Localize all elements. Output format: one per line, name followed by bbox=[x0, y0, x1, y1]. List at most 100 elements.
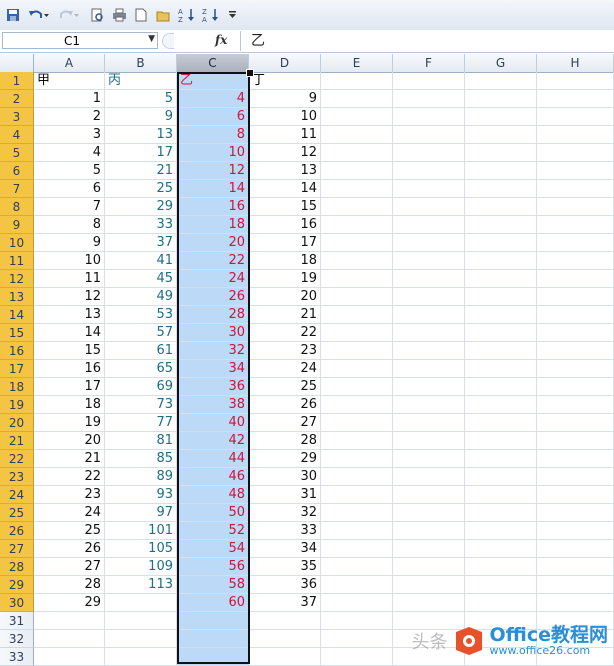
cell-f21[interactable] bbox=[393, 432, 465, 450]
cell-a28[interactable]: 27 bbox=[34, 558, 105, 576]
cell-e18[interactable] bbox=[321, 378, 393, 396]
cell-h2[interactable] bbox=[537, 90, 614, 108]
cell-h18[interactable] bbox=[537, 378, 614, 396]
cell-e7[interactable] bbox=[321, 180, 393, 198]
cell-c9[interactable]: 18 bbox=[177, 216, 249, 234]
cell-d10[interactable]: 17 bbox=[249, 234, 321, 252]
cell-d14[interactable]: 21 bbox=[249, 306, 321, 324]
cell-a29[interactable]: 28 bbox=[34, 576, 105, 594]
cell-f7[interactable] bbox=[393, 180, 465, 198]
row-header-27[interactable]: 27 bbox=[0, 540, 34, 558]
row-header-26[interactable]: 26 bbox=[0, 522, 34, 540]
cell-a4[interactable]: 3 bbox=[34, 126, 105, 144]
cell-d31[interactable] bbox=[249, 612, 321, 630]
cell-h13[interactable] bbox=[537, 288, 614, 306]
cell-b22[interactable]: 85 bbox=[105, 450, 177, 468]
row-header-24[interactable]: 24 bbox=[0, 486, 34, 504]
cell-g26[interactable] bbox=[465, 522, 537, 540]
cell-h22[interactable] bbox=[537, 450, 614, 468]
row-header-10[interactable]: 10 bbox=[0, 234, 34, 252]
cell-h14[interactable] bbox=[537, 306, 614, 324]
row-header-3[interactable]: 3 bbox=[0, 108, 34, 126]
cell-d26[interactable]: 33 bbox=[249, 522, 321, 540]
cell-a7[interactable]: 6 bbox=[34, 180, 105, 198]
cell-b5[interactable]: 17 bbox=[105, 144, 177, 162]
cell-b17[interactable]: 65 bbox=[105, 360, 177, 378]
cell-e31[interactable] bbox=[321, 612, 393, 630]
cell-e11[interactable] bbox=[321, 252, 393, 270]
cell-d19[interactable]: 26 bbox=[249, 396, 321, 414]
cell-e17[interactable] bbox=[321, 360, 393, 378]
cell-d33[interactable] bbox=[249, 648, 321, 666]
cell-h4[interactable] bbox=[537, 126, 614, 144]
cell-f26[interactable] bbox=[393, 522, 465, 540]
cell-b30[interactable] bbox=[105, 594, 177, 612]
cell-b31[interactable] bbox=[105, 612, 177, 630]
cell-h30[interactable] bbox=[537, 594, 614, 612]
cell-h11[interactable] bbox=[537, 252, 614, 270]
cell-h9[interactable] bbox=[537, 216, 614, 234]
sort-ascending-icon[interactable]: AZ bbox=[176, 6, 198, 24]
cell-e32[interactable] bbox=[321, 630, 393, 648]
column-header-g[interactable]: G bbox=[465, 54, 537, 72]
row-header-20[interactable]: 20 bbox=[0, 414, 34, 432]
print-preview-icon[interactable] bbox=[88, 6, 106, 24]
cell-b11[interactable]: 41 bbox=[105, 252, 177, 270]
row-header-6[interactable]: 6 bbox=[0, 162, 34, 180]
cell-a27[interactable]: 26 bbox=[34, 540, 105, 558]
cell-a13[interactable]: 12 bbox=[34, 288, 105, 306]
cell-f20[interactable] bbox=[393, 414, 465, 432]
cell-f22[interactable] bbox=[393, 450, 465, 468]
cell-d18[interactable]: 25 bbox=[249, 378, 321, 396]
cell-f25[interactable] bbox=[393, 504, 465, 522]
cell-d1[interactable]: 丁 bbox=[249, 72, 321, 90]
cell-e29[interactable] bbox=[321, 576, 393, 594]
row-header-5[interactable]: 5 bbox=[0, 144, 34, 162]
cell-f27[interactable] bbox=[393, 540, 465, 558]
cell-f12[interactable] bbox=[393, 270, 465, 288]
cell-c6[interactable]: 12 bbox=[177, 162, 249, 180]
cell-g14[interactable] bbox=[465, 306, 537, 324]
cell-f14[interactable] bbox=[393, 306, 465, 324]
cell-b7[interactable]: 25 bbox=[105, 180, 177, 198]
cell-d13[interactable]: 20 bbox=[249, 288, 321, 306]
column-header-e[interactable]: E bbox=[321, 54, 393, 72]
cell-f8[interactable] bbox=[393, 198, 465, 216]
cell-d9[interactable]: 16 bbox=[249, 216, 321, 234]
row-header-32[interactable]: 32 bbox=[0, 630, 34, 648]
cell-a24[interactable]: 23 bbox=[34, 486, 105, 504]
cell-h3[interactable] bbox=[537, 108, 614, 126]
cell-d23[interactable]: 30 bbox=[249, 468, 321, 486]
cell-c23[interactable]: 46 bbox=[177, 468, 249, 486]
cell-c18[interactable]: 36 bbox=[177, 378, 249, 396]
cell-c19[interactable]: 38 bbox=[177, 396, 249, 414]
cell-a20[interactable]: 19 bbox=[34, 414, 105, 432]
cell-h16[interactable] bbox=[537, 342, 614, 360]
cell-f10[interactable] bbox=[393, 234, 465, 252]
cell-f24[interactable] bbox=[393, 486, 465, 504]
cell-e6[interactable] bbox=[321, 162, 393, 180]
cell-g28[interactable] bbox=[465, 558, 537, 576]
cell-a6[interactable]: 5 bbox=[34, 162, 105, 180]
cell-c10[interactable]: 20 bbox=[177, 234, 249, 252]
cell-c32[interactable] bbox=[177, 630, 249, 648]
cell-g25[interactable] bbox=[465, 504, 537, 522]
cell-c30[interactable]: 60 bbox=[177, 594, 249, 612]
cell-e26[interactable] bbox=[321, 522, 393, 540]
row-header-30[interactable]: 30 bbox=[0, 594, 34, 612]
formula-bar-expander[interactable] bbox=[162, 33, 174, 49]
cell-g27[interactable] bbox=[465, 540, 537, 558]
cell-a26[interactable]: 25 bbox=[34, 522, 105, 540]
cell-e13[interactable] bbox=[321, 288, 393, 306]
cell-d15[interactable]: 22 bbox=[249, 324, 321, 342]
row-header-17[interactable]: 17 bbox=[0, 360, 34, 378]
cell-g2[interactable] bbox=[465, 90, 537, 108]
row-header-22[interactable]: 22 bbox=[0, 450, 34, 468]
cell-f5[interactable] bbox=[393, 144, 465, 162]
cell-e22[interactable] bbox=[321, 450, 393, 468]
cell-a12[interactable]: 11 bbox=[34, 270, 105, 288]
cell-g29[interactable] bbox=[465, 576, 537, 594]
cell-b6[interactable]: 21 bbox=[105, 162, 177, 180]
cell-e9[interactable] bbox=[321, 216, 393, 234]
cell-c28[interactable]: 56 bbox=[177, 558, 249, 576]
